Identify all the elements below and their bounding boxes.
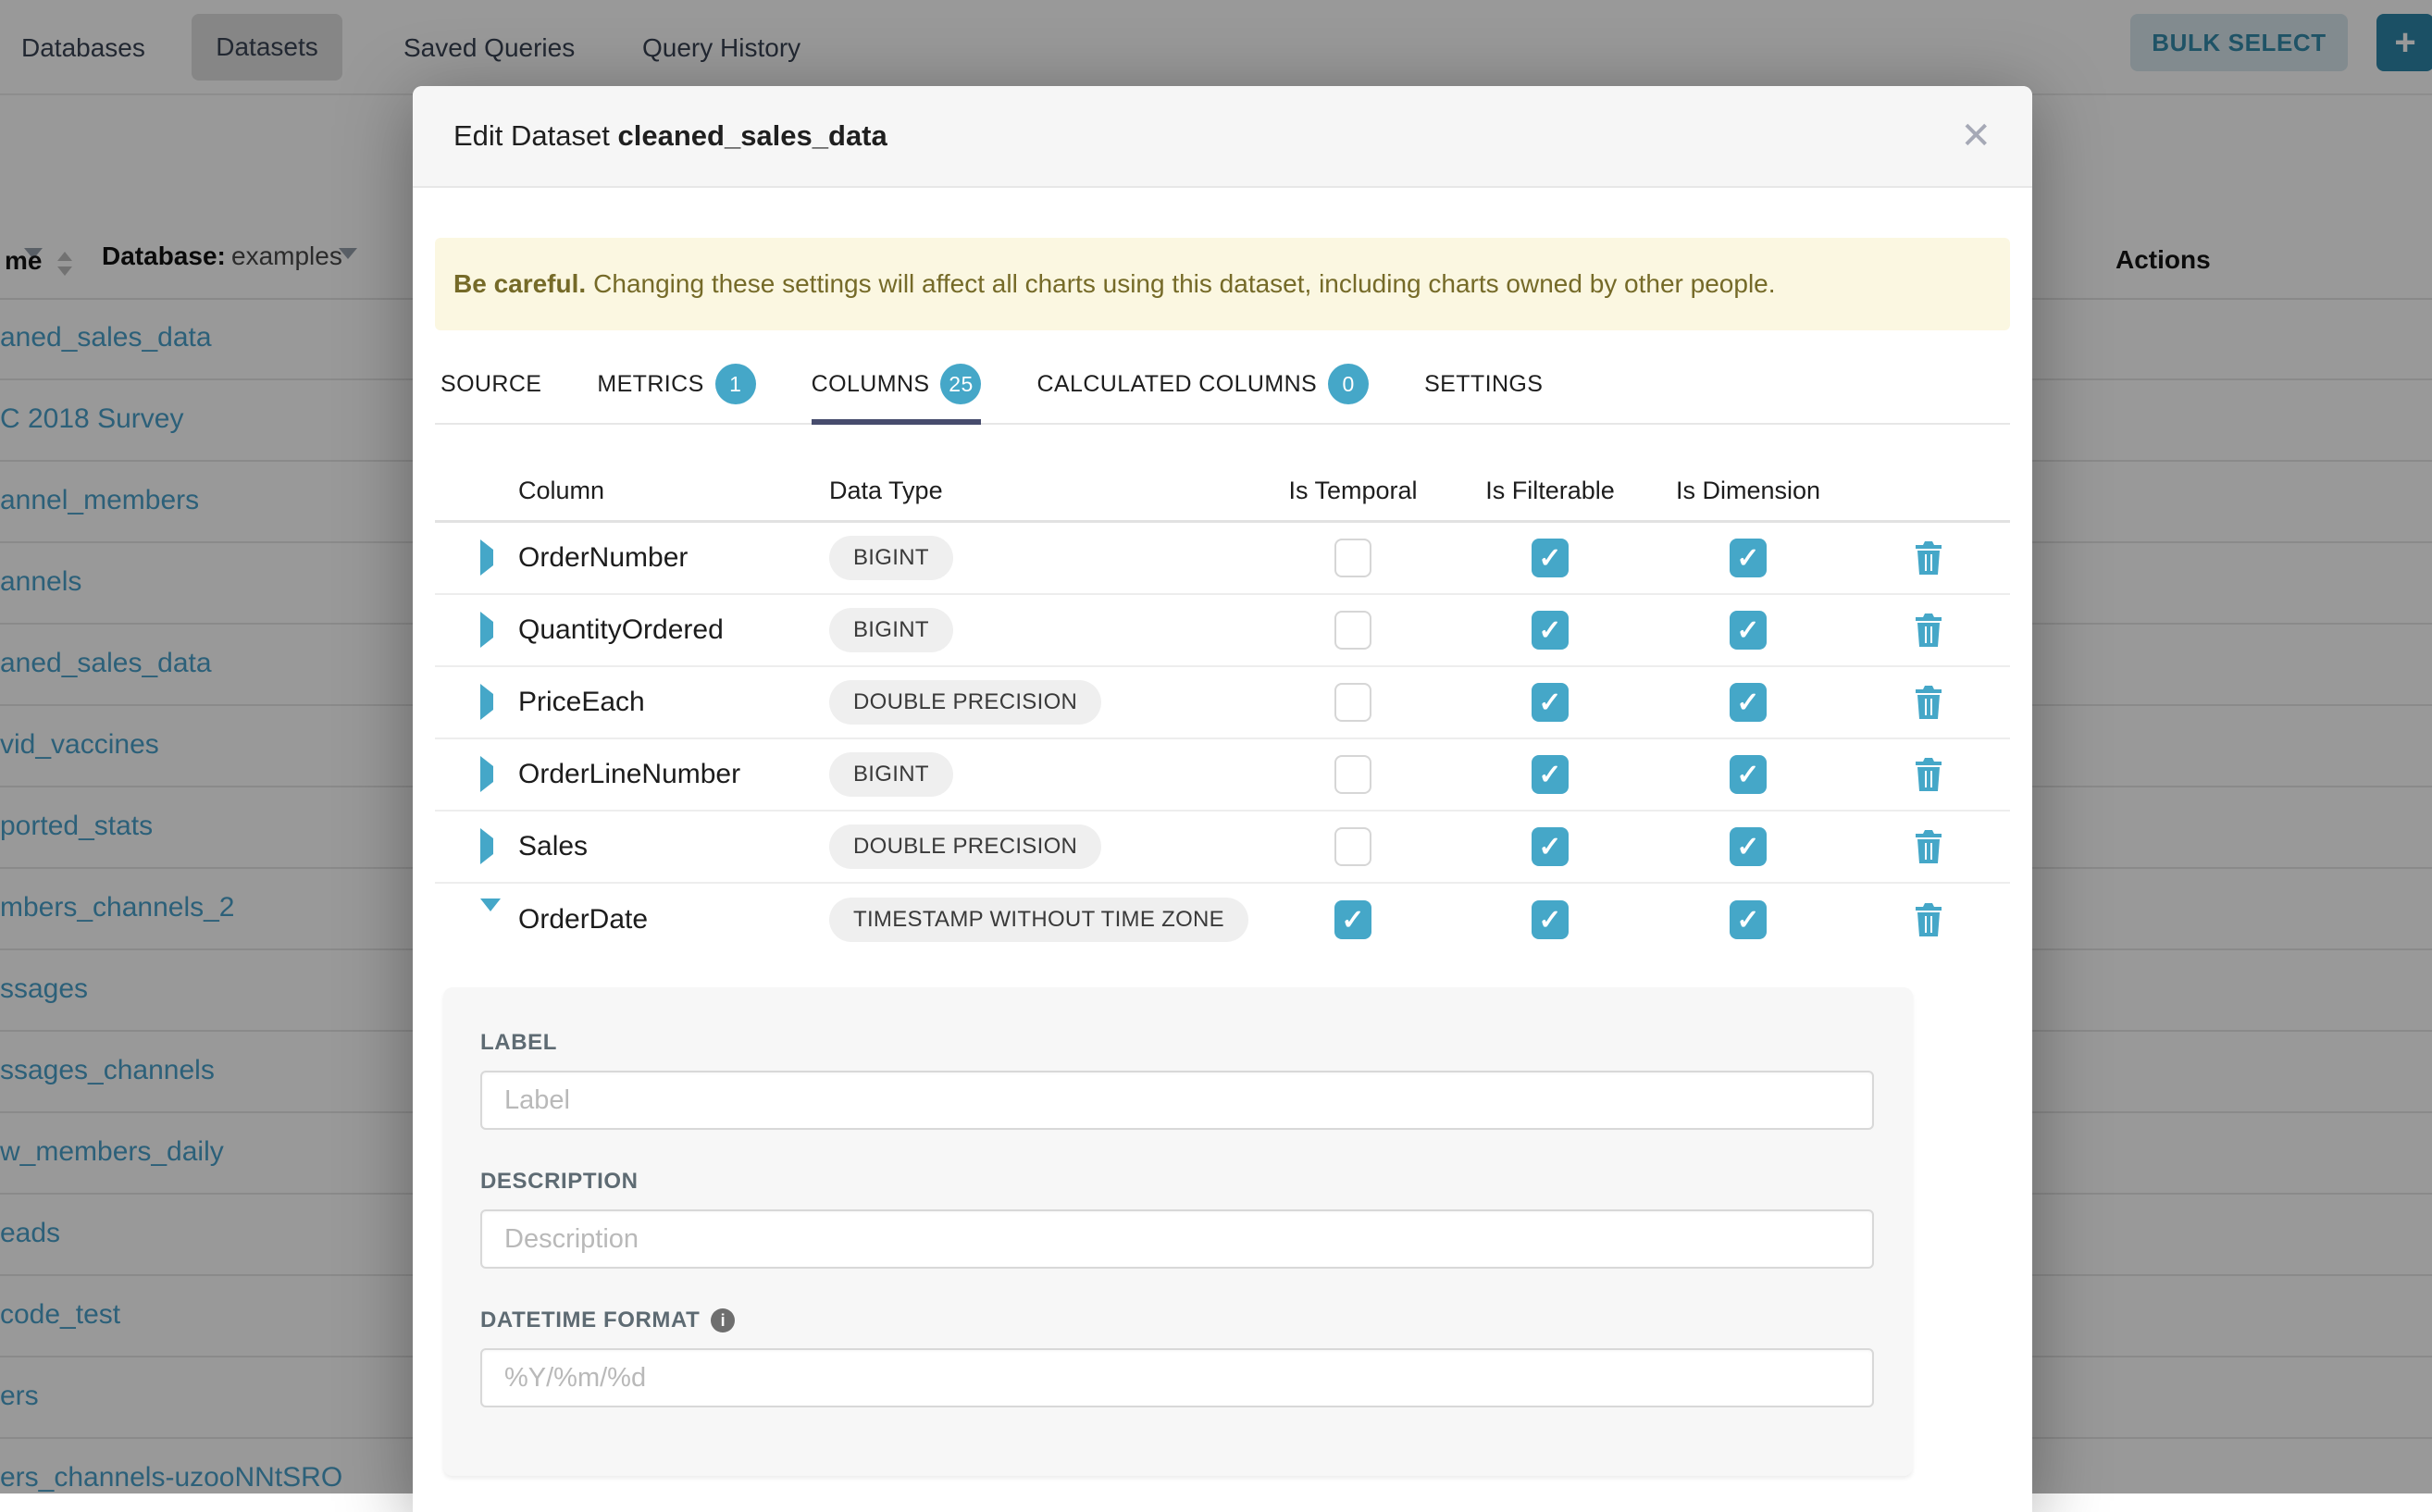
is-filterable-checkbox[interactable] [1532, 683, 1569, 722]
header-is-filterable: Is Filterable [1451, 477, 1649, 505]
is-dimension-checkbox[interactable] [1730, 755, 1767, 794]
delete-column-icon[interactable] [1914, 828, 1943, 865]
description-field: DESCRIPTION [480, 1169, 1874, 1269]
column-name: QuantityOrdered [518, 614, 829, 646]
delete-column-icon[interactable] [1914, 901, 1943, 938]
data-type-pill: BIGINT [829, 752, 953, 797]
is-temporal-checkbox[interactable] [1334, 683, 1371, 722]
is-filterable-checkbox[interactable] [1532, 755, 1569, 794]
delete-column-icon[interactable] [1914, 612, 1943, 649]
label-field-label: LABEL [480, 1030, 1874, 1056]
table-row: PriceEach DOUBLE PRECISION [435, 667, 2010, 739]
is-dimension-checkbox[interactable] [1730, 827, 1767, 866]
expand-caret-icon[interactable] [480, 612, 493, 648]
column-name: PriceEach [518, 687, 829, 718]
is-dimension-checkbox[interactable] [1730, 539, 1767, 577]
datetime-format-input[interactable] [480, 1348, 1874, 1407]
data-type-pill: DOUBLE PRECISION [829, 680, 1101, 725]
warning-banner-bold: Be careful. [453, 269, 586, 299]
collapse-caret-icon[interactable] [480, 899, 501, 927]
tab-calculated-columns[interactable]: CALCULATED COLUMNS 0 [1036, 356, 1369, 423]
tab-source[interactable]: SOURCE [440, 356, 541, 423]
info-icon[interactable] [711, 1308, 735, 1332]
columns-table-header: Column Data Type Is Temporal Is Filterab… [435, 462, 2010, 523]
table-row: OrderNumber BIGINT [435, 523, 2010, 595]
data-type-pill: BIGINT [829, 608, 953, 652]
is-temporal-checkbox[interactable] [1334, 827, 1371, 866]
is-dimension-checkbox[interactable] [1730, 900, 1767, 939]
tab-metrics[interactable]: METRICS 1 [597, 356, 755, 423]
delete-column-icon[interactable] [1914, 684, 1943, 721]
header-is-temporal: Is Temporal [1255, 477, 1451, 505]
header-is-dimension: Is Dimension [1649, 477, 1847, 505]
tab-count-badge: 1 [715, 364, 756, 404]
table-row: QuantityOrdered BIGINT [435, 595, 2010, 667]
columns-table: Column Data Type Is Temporal Is Filterab… [435, 462, 2010, 956]
tab-count-badge: 25 [940, 364, 981, 404]
tab-label: SETTINGS [1424, 371, 1543, 398]
warning-banner-text: Changing these settings will affect all … [593, 269, 1775, 299]
data-type-pill: TIMESTAMP WITHOUT TIME ZONE [829, 898, 1248, 942]
data-type-pill: DOUBLE PRECISION [829, 824, 1101, 869]
column-name: Sales [518, 831, 829, 862]
modal-title: Edit Dataset cleaned_sales_data [453, 119, 887, 153]
table-row: OrderLineNumber BIGINT [435, 739, 2010, 812]
datetime-format-field-label: DATETIME FORMAT [480, 1308, 700, 1333]
delete-column-icon[interactable] [1914, 756, 1943, 793]
expand-caret-icon[interactable] [480, 756, 493, 792]
datetime-format-field: DATETIME FORMAT [480, 1308, 1874, 1407]
data-type-pill: BIGINT [829, 536, 953, 580]
tab-columns[interactable]: COLUMNS 25 [812, 356, 982, 425]
tab-label: CALCULATED COLUMNS [1036, 371, 1317, 398]
close-icon[interactable]: ✕ [1960, 118, 1992, 155]
description-field-label: DESCRIPTION [480, 1169, 1874, 1195]
modal-body: Be careful. Changing these settings will… [413, 188, 2032, 1476]
is-filterable-checkbox[interactable] [1532, 900, 1569, 939]
modal-tabs: SOURCE METRICS 1 COLUMNS 25 CALCULATED C… [435, 356, 2010, 425]
modal-header: Edit Dataset cleaned_sales_data ✕ [413, 86, 2032, 188]
tab-label: COLUMNS [812, 371, 930, 398]
is-filterable-checkbox[interactable] [1532, 539, 1569, 577]
is-temporal-checkbox[interactable] [1334, 539, 1371, 577]
header-data-type: Data Type [829, 477, 1255, 505]
expand-caret-icon[interactable] [480, 684, 493, 720]
header-column: Column [518, 477, 829, 505]
warning-banner: Be careful. Changing these settings will… [435, 238, 2010, 330]
tab-settings[interactable]: SETTINGS [1424, 356, 1543, 423]
table-row: Sales DOUBLE PRECISION [435, 812, 2010, 884]
column-name: OrderDate [518, 904, 829, 936]
modal-dataset-name: cleaned_sales_data [618, 119, 887, 152]
table-row-expanded: OrderDate TIMESTAMP WITHOUT TIME ZONE [435, 884, 2010, 956]
tab-label: SOURCE [440, 371, 541, 398]
is-temporal-checkbox[interactable] [1334, 611, 1371, 650]
tab-label: METRICS [597, 371, 703, 398]
delete-column-icon[interactable] [1914, 539, 1943, 576]
label-input[interactable] [480, 1071, 1874, 1130]
expand-caret-icon[interactable] [480, 539, 493, 576]
expand-caret-icon[interactable] [480, 828, 493, 864]
is-filterable-checkbox[interactable] [1532, 827, 1569, 866]
edit-dataset-modal: Edit Dataset cleaned_sales_data ✕ Be car… [413, 86, 2032, 1512]
is-temporal-checkbox[interactable] [1334, 755, 1371, 794]
is-temporal-checkbox[interactable] [1334, 900, 1371, 939]
is-filterable-checkbox[interactable] [1532, 611, 1569, 650]
modal-title-prefix: Edit Dataset [453, 119, 610, 152]
label-field: LABEL [480, 1030, 1874, 1130]
column-name: OrderNumber [518, 542, 829, 574]
column-name: OrderLineNumber [518, 759, 829, 790]
description-input[interactable] [480, 1209, 1874, 1269]
tab-count-badge: 0 [1328, 364, 1369, 404]
is-dimension-checkbox[interactable] [1730, 683, 1767, 722]
is-dimension-checkbox[interactable] [1730, 611, 1767, 650]
column-editor-panel: LABEL DESCRIPTION DATETIME FORMAT [443, 987, 1913, 1476]
